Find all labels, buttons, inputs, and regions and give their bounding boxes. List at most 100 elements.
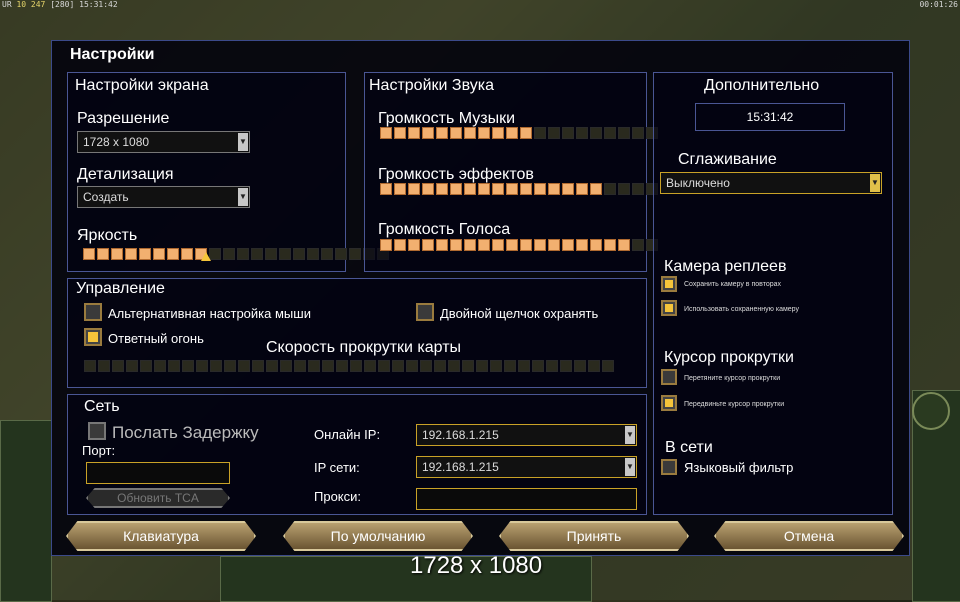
chevron-down-icon: ▼ [238, 188, 248, 206]
resolution-label: Разрешение [77, 110, 170, 127]
slider-segment [462, 360, 474, 372]
slider-segment [251, 248, 263, 260]
lan-ip-select[interactable]: 192.168.1.215 ▼ [416, 456, 637, 478]
slider-segment [492, 239, 504, 251]
dialog-title: Настройки [70, 46, 155, 63]
slider-segment [588, 360, 600, 372]
chevron-down-icon: ▼ [238, 133, 248, 151]
proxy-input[interactable] [416, 488, 637, 510]
slider-segment [420, 360, 432, 372]
slider-segment [506, 239, 518, 251]
slider-segment [464, 127, 476, 139]
slider-segment [464, 183, 476, 195]
slider-segment [307, 248, 319, 260]
hud-clock: 15:31:42 [79, 0, 118, 9]
cursor-drag-checkbox[interactable] [661, 369, 677, 385]
apply-button[interactable]: Принять [499, 521, 689, 551]
slider-segment [632, 239, 644, 251]
left-side-panel [0, 420, 52, 602]
language-filter-checkbox[interactable] [661, 459, 677, 475]
slider-segment [476, 360, 488, 372]
send-delay-checkbox[interactable] [88, 422, 106, 440]
hud-resources: UR 10 247 [280] 15:31:42 [2, 0, 118, 9]
slider-segment [408, 127, 420, 139]
language-filter-label: Языковый фильтр [684, 460, 794, 475]
slider-segment [560, 360, 572, 372]
slider-segment [406, 360, 418, 372]
additional-settings-title: Дополнительно [704, 77, 820, 94]
voice-volume-label: Громкость Голоса [378, 221, 511, 238]
send-delay-label: Послать Задержку [112, 423, 259, 442]
slider-segment [112, 360, 124, 372]
slider-segment [168, 360, 180, 372]
slider-segment [604, 183, 616, 195]
slider-segment [126, 360, 138, 372]
slider-segment [436, 239, 448, 251]
slider-segment [266, 360, 278, 372]
keyboard-button[interactable]: Клавиатура [66, 521, 256, 551]
slider-segment [98, 360, 110, 372]
music-volume-slider[interactable] [380, 127, 658, 139]
slider-handle-icon[interactable] [201, 252, 211, 261]
chevron-down-icon: ▼ [625, 458, 635, 476]
slider-segment [279, 248, 291, 260]
slider-segment [408, 183, 420, 195]
slider-segment [380, 183, 392, 195]
slider-segment [534, 183, 546, 195]
slider-segment [408, 239, 420, 251]
slider-segment [632, 183, 644, 195]
slider-segment [265, 248, 277, 260]
defaults-button[interactable]: По умолчанию [283, 521, 473, 551]
brightness-slider[interactable] [83, 248, 389, 260]
cursor-move-checkbox[interactable] [661, 395, 677, 411]
alt-mouse-checkbox[interactable] [84, 303, 102, 321]
slider-segment [562, 239, 574, 251]
slider-segment [237, 248, 249, 260]
port-input[interactable] [86, 462, 230, 484]
slider-segment [590, 127, 602, 139]
slider-segment [546, 360, 558, 372]
resolution-value: 1728 x 1080 [83, 135, 150, 149]
slider-segment [464, 239, 476, 251]
online-ip-select[interactable]: 192.168.1.215 ▼ [416, 424, 637, 446]
slider-segment [478, 127, 490, 139]
slider-segment [618, 127, 630, 139]
scroll-speed-slider[interactable] [84, 360, 614, 372]
slider-segment [478, 183, 490, 195]
slider-segment [548, 127, 560, 139]
slider-segment [153, 248, 165, 260]
antialiasing-select[interactable]: Выключено ▼ [660, 172, 882, 194]
slider-segment [167, 248, 179, 260]
update-tca-button[interactable]: Обновить TCA [86, 488, 230, 508]
detail-select[interactable]: Создать ▼ [77, 186, 250, 208]
slider-segment [154, 360, 166, 372]
slider-segment [436, 183, 448, 195]
slider-segment [518, 360, 530, 372]
lan-ip-label: IP сети: [314, 460, 360, 475]
slider-segment [125, 248, 137, 260]
replay-save-camera-label: Сохранить камеру в повторах [684, 281, 782, 288]
slider-segment [492, 183, 504, 195]
hud-bracket: [280] [50, 0, 75, 9]
resolution-overlay-text: 1728 x 1080 [410, 552, 543, 579]
slider-segment [223, 248, 235, 260]
return-fire-checkbox[interactable] [84, 328, 102, 346]
slider-segment [506, 127, 518, 139]
double-click-guard-checkbox[interactable] [416, 303, 434, 321]
detail-label: Детализация [77, 166, 174, 183]
cursor-move-label: Передвиньте курсор прокрутки [684, 401, 785, 408]
effects-volume-slider[interactable] [380, 183, 658, 195]
resolution-select[interactable]: 1728 x 1080 ▼ [77, 131, 250, 153]
radar-icon[interactable] [912, 392, 950, 430]
slider-segment [308, 360, 320, 372]
slider-segment [520, 239, 532, 251]
slider-segment [520, 183, 532, 195]
slider-segment [111, 248, 123, 260]
slider-segment [210, 360, 222, 372]
slider-segment [448, 360, 460, 372]
replay-use-camera-checkbox[interactable] [661, 300, 677, 316]
slider-segment [532, 360, 544, 372]
cancel-button[interactable]: Отмена [714, 521, 904, 551]
voice-volume-slider[interactable] [380, 239, 658, 251]
replay-save-camera-checkbox[interactable] [661, 276, 677, 292]
